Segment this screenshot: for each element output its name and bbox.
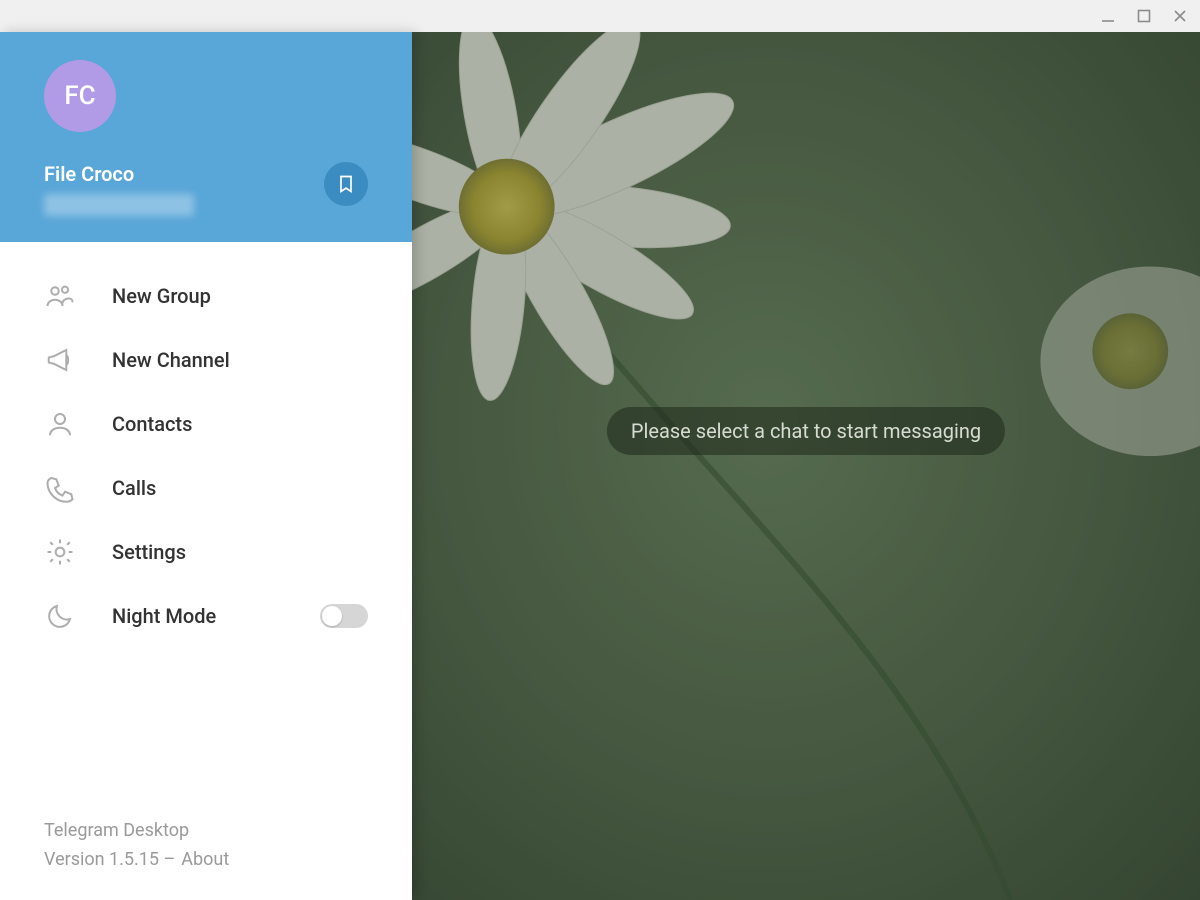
megaphone-icon	[44, 344, 76, 376]
close-icon	[1173, 9, 1187, 23]
person-icon	[44, 408, 76, 440]
menu-item-contacts[interactable]: Contacts	[0, 392, 412, 456]
about-link[interactable]: About	[181, 849, 229, 870]
title-bar	[0, 0, 1200, 32]
phone-icon	[44, 472, 76, 504]
maximize-button[interactable]	[1132, 4, 1156, 28]
menu-list: New Group New Channel Contacts Calls	[0, 242, 412, 670]
saved-messages-button[interactable]	[324, 162, 368, 206]
avatar[interactable]: FC	[44, 60, 116, 132]
sidebar-header: FC File Croco	[0, 32, 412, 242]
minimize-button[interactable]	[1096, 4, 1120, 28]
menu-label: New Channel	[112, 348, 230, 372]
sidebar-footer: Telegram Desktop Version 1.5.15 – About	[0, 800, 412, 900]
menu-item-calls[interactable]: Calls	[0, 456, 412, 520]
version-text: Version 1.5.15 –	[44, 849, 175, 870]
display-name: File Croco	[44, 162, 194, 186]
app-name: Telegram Desktop	[44, 820, 368, 841]
menu-item-settings[interactable]: Settings	[0, 520, 412, 584]
menu-label: New Group	[112, 284, 211, 308]
empty-state-message: Please select a chat to start messaging	[607, 407, 1005, 455]
sidebar-drawer: FC File Croco New Group	[0, 32, 412, 900]
menu-item-new-group[interactable]: New Group	[0, 264, 412, 328]
app-body: FC File Croco New Group	[0, 32, 1200, 900]
menu-label: Settings	[112, 540, 186, 564]
toggle-knob	[322, 606, 342, 626]
gear-icon	[44, 536, 76, 568]
group-icon	[44, 280, 76, 312]
profile-row: File Croco	[44, 162, 368, 216]
menu-label: Calls	[112, 476, 156, 500]
maximize-icon	[1137, 9, 1151, 23]
menu-item-night-mode[interactable]: Night Mode	[0, 584, 412, 648]
version-line: Version 1.5.15 – About	[44, 849, 368, 870]
chat-area: Please select a chat to start messaging	[412, 32, 1200, 900]
menu-label: Contacts	[112, 412, 192, 436]
phone-number-redacted	[44, 194, 194, 216]
menu-item-new-channel[interactable]: New Channel	[0, 328, 412, 392]
profile-text: File Croco	[44, 162, 194, 216]
bookmark-icon	[336, 173, 356, 195]
minimize-icon	[1101, 9, 1115, 23]
close-button[interactable]	[1168, 4, 1192, 28]
chat-background	[412, 32, 1200, 900]
menu-label: Night Mode	[112, 604, 216, 628]
night-mode-toggle[interactable]	[320, 604, 368, 628]
moon-icon	[44, 600, 76, 632]
